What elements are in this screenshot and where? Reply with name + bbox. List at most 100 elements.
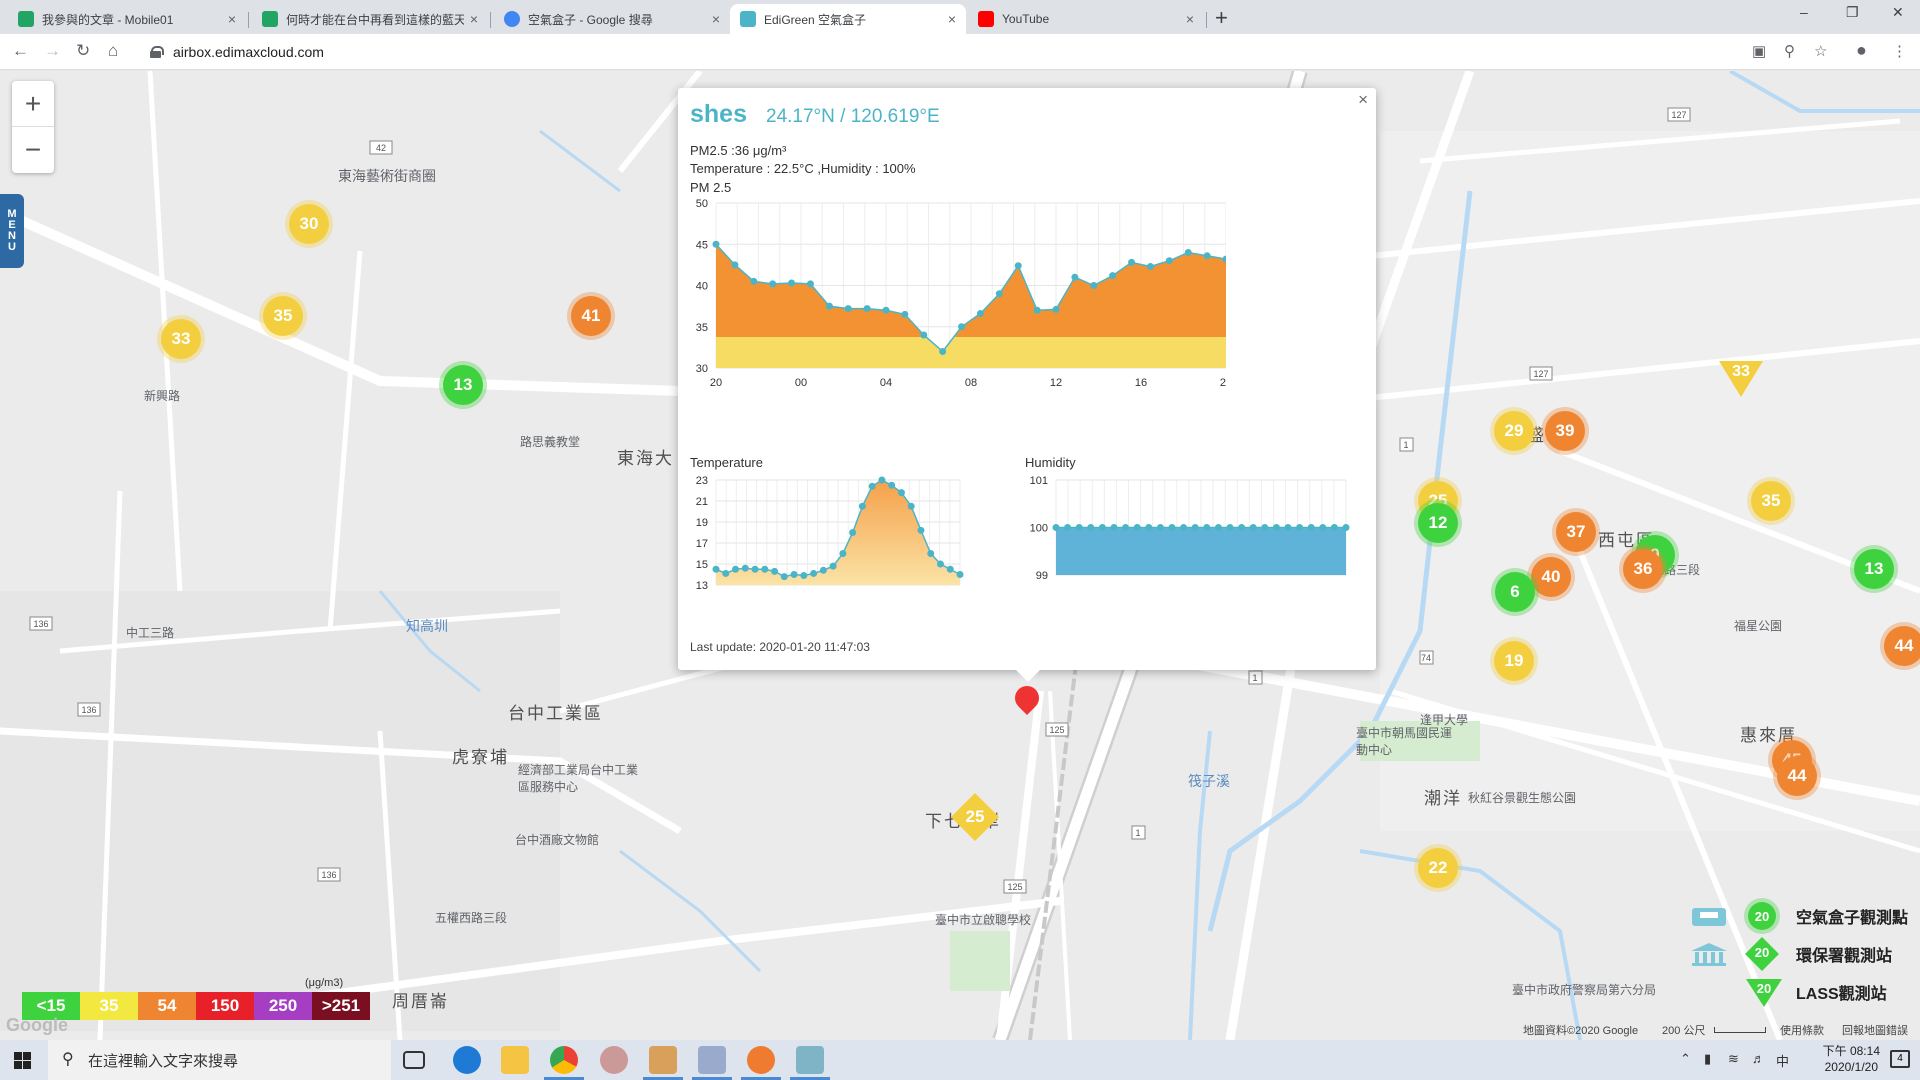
app-icon[interactable] bbox=[600, 1046, 628, 1074]
minimize-button[interactable]: – bbox=[1800, 4, 1808, 20]
zoom-icon[interactable]: ⚲ bbox=[1784, 42, 1795, 60]
data-point[interactable] bbox=[1249, 524, 1257, 531]
data-point[interactable] bbox=[1087, 524, 1095, 531]
data-point[interactable] bbox=[761, 565, 769, 573]
more-menu-icon[interactable]: ⋮ bbox=[1892, 42, 1907, 60]
restore-button[interactable]: ❐ bbox=[1846, 4, 1859, 21]
data-point[interactable] bbox=[1307, 524, 1315, 531]
data-point[interactable] bbox=[1165, 257, 1173, 265]
station-marker[interactable]: 44 bbox=[1777, 756, 1817, 796]
tray-chevron-icon[interactable]: ⌃ bbox=[1680, 1051, 1691, 1067]
close-icon[interactable]: × bbox=[948, 11, 956, 27]
data-point[interactable] bbox=[878, 476, 886, 484]
data-point[interactable] bbox=[771, 567, 779, 575]
data-point[interactable] bbox=[844, 305, 852, 313]
data-point[interactable] bbox=[1071, 273, 1079, 281]
station-marker[interactable]: 35 bbox=[263, 296, 303, 336]
data-point[interactable] bbox=[839, 550, 847, 557]
data-point[interactable] bbox=[939, 348, 947, 355]
zoom-out-button[interactable]: − bbox=[12, 127, 54, 173]
app-icon[interactable] bbox=[790, 1046, 830, 1080]
data-point[interactable] bbox=[731, 261, 739, 269]
station-marker[interactable]: 6 bbox=[1495, 572, 1535, 612]
app-icon[interactable] bbox=[692, 1046, 732, 1080]
data-point[interactable] bbox=[800, 572, 808, 580]
file-explorer-icon[interactable] bbox=[501, 1046, 529, 1074]
reload-icon[interactable]: ↻ bbox=[76, 41, 90, 61]
data-point[interactable] bbox=[956, 571, 964, 578]
data-point[interactable] bbox=[1156, 524, 1164, 531]
data-point[interactable] bbox=[825, 302, 833, 310]
data-point[interactable] bbox=[858, 502, 866, 510]
data-point[interactable] bbox=[882, 306, 890, 314]
data-point[interactable] bbox=[1122, 524, 1130, 531]
station-marker[interactable]: 12 bbox=[1418, 503, 1458, 543]
ime-indicator[interactable]: 中 bbox=[1776, 1051, 1789, 1070]
data-point[interactable] bbox=[917, 526, 925, 534]
wifi-icon[interactable]: ≋ bbox=[1728, 1051, 1739, 1067]
data-point[interactable] bbox=[1052, 524, 1060, 531]
lass-station-marker[interactable]: 33 bbox=[1719, 361, 1763, 397]
data-point[interactable] bbox=[927, 550, 935, 557]
data-point[interactable] bbox=[1284, 524, 1292, 531]
data-point[interactable] bbox=[1184, 249, 1192, 256]
data-point[interactable] bbox=[1075, 524, 1083, 531]
data-point[interactable] bbox=[958, 323, 966, 331]
station-marker[interactable]: 36 bbox=[1623, 549, 1663, 589]
data-point[interactable] bbox=[946, 565, 954, 573]
app-icon[interactable] bbox=[643, 1046, 683, 1080]
data-point[interactable] bbox=[1090, 282, 1098, 289]
data-point[interactable] bbox=[780, 573, 788, 581]
taskbar-search-input[interactable]: ⚲ 在這裡輸入文字來搜尋 bbox=[48, 1040, 391, 1080]
data-point[interactable] bbox=[1133, 524, 1141, 531]
data-point[interactable] bbox=[769, 280, 777, 288]
windows-start-icon[interactable] bbox=[14, 1052, 31, 1069]
data-point[interactable] bbox=[1226, 524, 1234, 531]
data-point[interactable] bbox=[936, 560, 944, 568]
data-point[interactable] bbox=[849, 529, 857, 536]
data-point[interactable] bbox=[810, 569, 818, 577]
station-marker[interactable]: 35 bbox=[1751, 481, 1791, 521]
station-marker[interactable]: 41 bbox=[571, 296, 611, 336]
close-icon[interactable]: × bbox=[470, 11, 478, 27]
station-marker[interactable]: 39 bbox=[1545, 411, 1585, 451]
new-tab-button[interactable]: + bbox=[1215, 5, 1228, 31]
data-point[interactable] bbox=[1203, 252, 1211, 260]
data-point[interactable] bbox=[897, 489, 905, 497]
data-point[interactable] bbox=[1145, 524, 1153, 531]
tab-google-search[interactable]: 空氣盒子 - Google 搜尋 × bbox=[494, 4, 730, 34]
map-canvas[interactable]: 136 136 136 127 127 125 125 1 1 1 74 42 … bbox=[0, 71, 1920, 1040]
data-point[interactable] bbox=[907, 502, 915, 510]
data-point[interactable] bbox=[976, 310, 984, 318]
data-point[interactable] bbox=[829, 562, 837, 570]
data-point[interactable] bbox=[712, 565, 720, 573]
station-marker[interactable]: 30 bbox=[289, 204, 329, 244]
data-point[interactable] bbox=[863, 305, 871, 313]
data-point[interactable] bbox=[1214, 524, 1222, 531]
edge-icon[interactable] bbox=[453, 1046, 481, 1074]
menu-toggle-button[interactable]: M E N U bbox=[0, 194, 24, 268]
close-window-button[interactable]: ✕ bbox=[1892, 4, 1904, 21]
task-view-icon[interactable] bbox=[403, 1051, 425, 1069]
data-point[interactable] bbox=[1342, 524, 1350, 531]
tab-edigreen[interactable]: EdiGreen 空氣盒子 × bbox=[730, 4, 966, 34]
data-point[interactable] bbox=[1110, 524, 1118, 531]
data-point[interactable] bbox=[868, 482, 876, 490]
data-point[interactable] bbox=[751, 565, 759, 573]
app-icon[interactable] bbox=[741, 1046, 781, 1080]
data-point[interactable] bbox=[819, 566, 827, 574]
address-bar[interactable]: airbox.edimaxcloud.com bbox=[150, 39, 324, 65]
data-point[interactable] bbox=[888, 481, 896, 489]
data-point[interactable] bbox=[788, 279, 796, 287]
data-point[interactable] bbox=[1052, 305, 1060, 313]
epa-station-marker[interactable]: 25 bbox=[950, 792, 1000, 842]
data-point[interactable] bbox=[790, 571, 798, 578]
station-marker[interactable]: 19 bbox=[1494, 641, 1534, 681]
data-point[interactable] bbox=[1203, 524, 1211, 531]
data-point[interactable] bbox=[1191, 524, 1199, 531]
data-point[interactable] bbox=[1064, 524, 1072, 531]
home-icon[interactable]: ⌂ bbox=[108, 41, 118, 61]
tab-youtube[interactable]: YouTube × bbox=[968, 4, 1204, 34]
data-point[interactable] bbox=[995, 290, 1003, 298]
data-point[interactable] bbox=[1296, 524, 1304, 531]
